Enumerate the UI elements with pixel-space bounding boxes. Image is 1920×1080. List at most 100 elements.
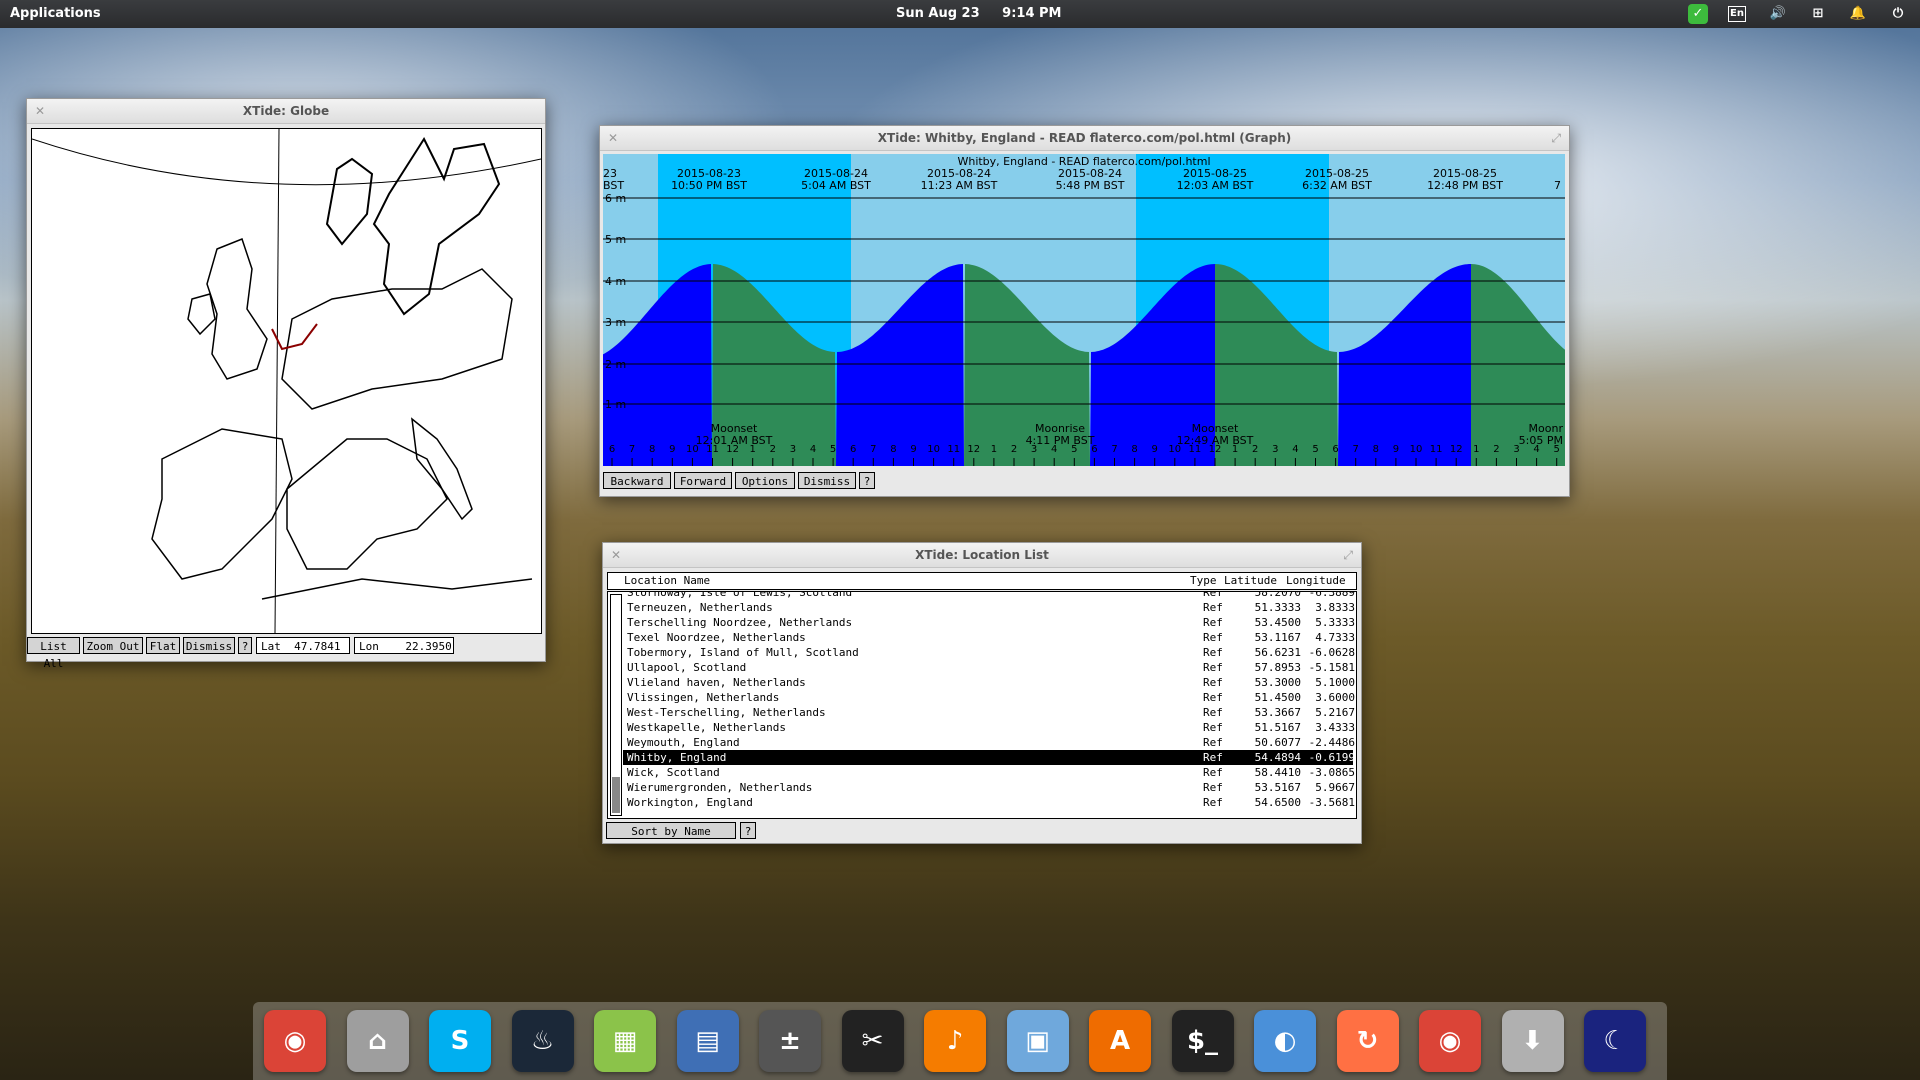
list-item[interactable]: West-Terschelling, Netherlands Ref 53.3667… bbox=[623, 705, 1355, 720]
network-icon[interactable]: ⊞ bbox=[1808, 4, 1828, 24]
list-item[interactable]: Whitby, England Ref 54.4894 -0.6199 bbox=[623, 750, 1355, 765]
notifications-icon[interactable]: 🔔 bbox=[1848, 4, 1868, 24]
list-item[interactable]: Wick, Scotland Ref 58.4410 -3.0865 bbox=[623, 765, 1355, 780]
close-icon[interactable]: ✕ bbox=[608, 126, 618, 150]
forward-button[interactable]: Forward bbox=[674, 472, 732, 489]
list-item[interactable]: Workington, England Ref 54.6500 -3.5681 bbox=[623, 795, 1355, 810]
calculator-icon[interactable]: ± bbox=[759, 1010, 821, 1072]
list-item[interactable]: Wierumergronden, Netherlands Ref 53.5167 5.… bbox=[623, 780, 1355, 795]
volume-icon[interactable]: 🔊 bbox=[1768, 4, 1788, 24]
close-icon[interactable]: ✕ bbox=[35, 99, 45, 123]
skype-icon[interactable]: S bbox=[429, 1010, 491, 1072]
scrollbar-thumb[interactable] bbox=[612, 777, 620, 813]
flat-button[interactable]: Flat bbox=[146, 637, 180, 654]
location-type: Ref bbox=[1203, 591, 1223, 599]
event-time: 5:48 PM BST bbox=[1056, 179, 1125, 192]
location-type: Ref bbox=[1203, 721, 1223, 734]
list-item[interactable]: Terneuzen, Netherlands Ref 51.3333 3.8333 bbox=[623, 600, 1355, 615]
hour-tick-label: 9 bbox=[669, 444, 675, 455]
list-item[interactable]: Vlissingen, Netherlands Ref 51.4500 3.6000 bbox=[623, 690, 1355, 705]
header-latitude: Latitude bbox=[1224, 574, 1277, 587]
update-ok-icon[interactable]: ✓ bbox=[1688, 4, 1708, 24]
list-item[interactable]: Westkapelle, Netherlands Ref 51.5167 3.4333 bbox=[623, 720, 1355, 735]
lat-field[interactable]: Lat 47.7841 bbox=[256, 637, 350, 654]
location-name: Vlieland haven, Netherlands bbox=[627, 676, 806, 689]
location-name: Stornoway, Isle of Lewis, Scotland bbox=[627, 591, 853, 599]
hour-tick-label: 9 bbox=[1393, 444, 1399, 455]
location-latitude: 53.3000 bbox=[1254, 676, 1301, 689]
music-icon[interactable]: ♪ bbox=[924, 1010, 986, 1072]
location-longitude: -3.0865 bbox=[1308, 766, 1355, 779]
photos-icon[interactable]: ▣ bbox=[1006, 1010, 1069, 1072]
location-name: Wick, Scotland bbox=[627, 766, 720, 779]
xtide-icon[interactable]: ☾ bbox=[1584, 1010, 1646, 1072]
lon-field[interactable]: Lon 22.3950 bbox=[354, 637, 454, 654]
location-name: Wierumergronden, Netherlands bbox=[627, 781, 813, 794]
sort-by-name-button[interactable]: Sort by Name bbox=[606, 822, 736, 839]
maximize-icon[interactable]: ⤢ bbox=[1343, 543, 1353, 567]
files-icon[interactable]: ⌂ bbox=[346, 1010, 409, 1072]
globe-map[interactable] bbox=[31, 128, 542, 634]
list-item[interactable]: Tobermory, Island of Mull, Scotland Ref 56… bbox=[623, 645, 1355, 660]
document-viewer-icon[interactable]: ▤ bbox=[676, 1010, 739, 1072]
help-button[interactable]: ? bbox=[859, 472, 875, 489]
maximize-icon[interactable]: ⤢ bbox=[1551, 126, 1561, 150]
help-button[interactable]: ? bbox=[740, 822, 756, 839]
clock[interactable]: Sun Aug 23 9:14 PM bbox=[896, 6, 1080, 21]
applications-menu[interactable]: Applications bbox=[10, 6, 101, 21]
hour-tick-label: 9 bbox=[910, 444, 916, 455]
list-scrollbar[interactable] bbox=[610, 594, 622, 816]
options-button[interactable]: Options bbox=[735, 472, 795, 489]
terminal-icon[interactable]: $_ bbox=[1171, 1010, 1234, 1072]
event-time: 12:03 AM BST bbox=[1177, 179, 1254, 192]
location-name: Terneuzen, Netherlands bbox=[627, 601, 773, 614]
list-item[interactable]: Stornoway, Isle of Lewis, Scotland Ref 58.… bbox=[623, 591, 1355, 600]
dismiss-button[interactable]: Dismiss bbox=[798, 472, 856, 489]
tide-graph[interactable]: 6 m5 m4 m3 m2 m1 m Whitby, England - READ… bbox=[603, 154, 1565, 466]
location-latitude: 53.3667 bbox=[1254, 706, 1301, 719]
hour-tick-label: 6 bbox=[850, 444, 856, 455]
list-item[interactable]: Weymouth, England Ref 50.6077 -2.4486 bbox=[623, 735, 1355, 750]
globe-titlebar[interactable]: ✕ XTide: Globe bbox=[27, 99, 545, 124]
list-item[interactable]: Texel Noordzee, Netherlands Ref 53.1167 4.7… bbox=[623, 630, 1355, 645]
steam-icon[interactable]: ♨ bbox=[511, 1010, 574, 1072]
hour-tick-label: 6 bbox=[1091, 444, 1097, 455]
location-latitude: 58.4410 bbox=[1254, 766, 1301, 779]
installer-icon[interactable]: ⬇ bbox=[1501, 1010, 1564, 1072]
location-type: Ref bbox=[1203, 601, 1223, 614]
hour-tick-label: 11 bbox=[947, 444, 960, 455]
zoom-out-button[interactable]: Zoom Out bbox=[83, 637, 143, 654]
list-item[interactable]: Vlieland haven, Netherlands Ref 53.3000 5.1… bbox=[623, 675, 1355, 690]
list-item[interactable]: Terschelling Noordzee, Netherlands Ref 53.… bbox=[623, 615, 1355, 630]
y-axis-label: 3 m bbox=[605, 316, 626, 329]
location-name: Whitby, England bbox=[627, 751, 727, 764]
location-longitude: 3.6000 bbox=[1315, 691, 1355, 704]
list-all-button[interactable]: List All bbox=[27, 637, 80, 670]
location-type: Ref bbox=[1203, 676, 1223, 689]
hour-tick-label: 7 bbox=[629, 444, 635, 455]
location-type: Ref bbox=[1203, 631, 1223, 644]
screenshot-icon[interactable]: ✂ bbox=[841, 1010, 904, 1072]
app-center-icon[interactable]: A bbox=[1089, 1010, 1151, 1072]
help-button[interactable]: ? bbox=[238, 637, 252, 654]
close-icon[interactable]: ✕ bbox=[611, 543, 621, 567]
chrome-icon[interactable]: ◉ bbox=[264, 1010, 326, 1072]
calendar-icon[interactable]: ▦ bbox=[594, 1010, 656, 1072]
graph-titlebar[interactable]: ✕ XTide: Whitby, England - READ flaterco… bbox=[600, 126, 1569, 151]
power-icon[interactable]: ⏻ bbox=[1888, 4, 1908, 24]
list-titlebar[interactable]: ✕ XTide: Location List ⤢ bbox=[603, 543, 1361, 568]
graph-window: ✕ XTide: Whitby, England - READ flaterco… bbox=[599, 125, 1570, 497]
update-manager-icon[interactable]: ↻ bbox=[1336, 1010, 1399, 1072]
header-type: Type bbox=[1190, 574, 1217, 587]
switchboard-icon[interactable]: ◐ bbox=[1254, 1010, 1316, 1072]
keyboard-layout-icon[interactable]: En bbox=[1728, 6, 1746, 22]
backward-button[interactable]: Backward bbox=[603, 472, 671, 489]
list-item[interactable]: Ullapool, Scotland Ref 57.8953 -5.1581 bbox=[623, 660, 1355, 675]
hour-tick-label: 11 bbox=[1430, 444, 1443, 455]
location-longitude: -5.1581 bbox=[1308, 661, 1355, 674]
chrome-icon-2[interactable]: ◉ bbox=[1419, 1010, 1481, 1072]
location-list[interactable]: Stornoway, Isle of Lewis, Scotland Ref 58.… bbox=[607, 591, 1357, 819]
location-longitude: 5.9667 bbox=[1315, 781, 1355, 794]
dismiss-button[interactable]: Dismiss bbox=[183, 637, 235, 654]
location-latitude: 50.6077 bbox=[1254, 736, 1301, 749]
